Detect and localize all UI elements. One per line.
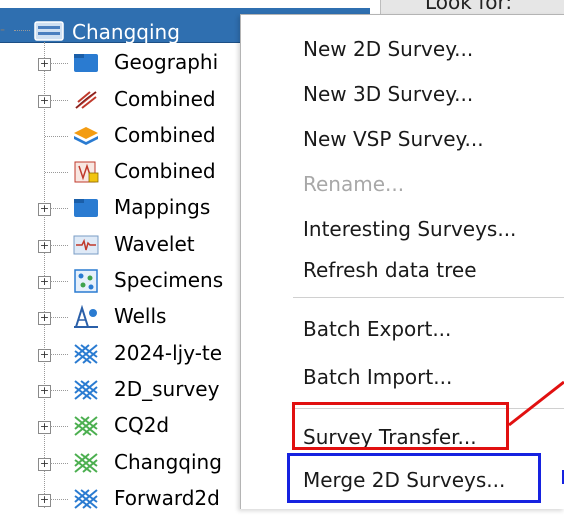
annotation-arrow-line: [508, 380, 564, 427]
